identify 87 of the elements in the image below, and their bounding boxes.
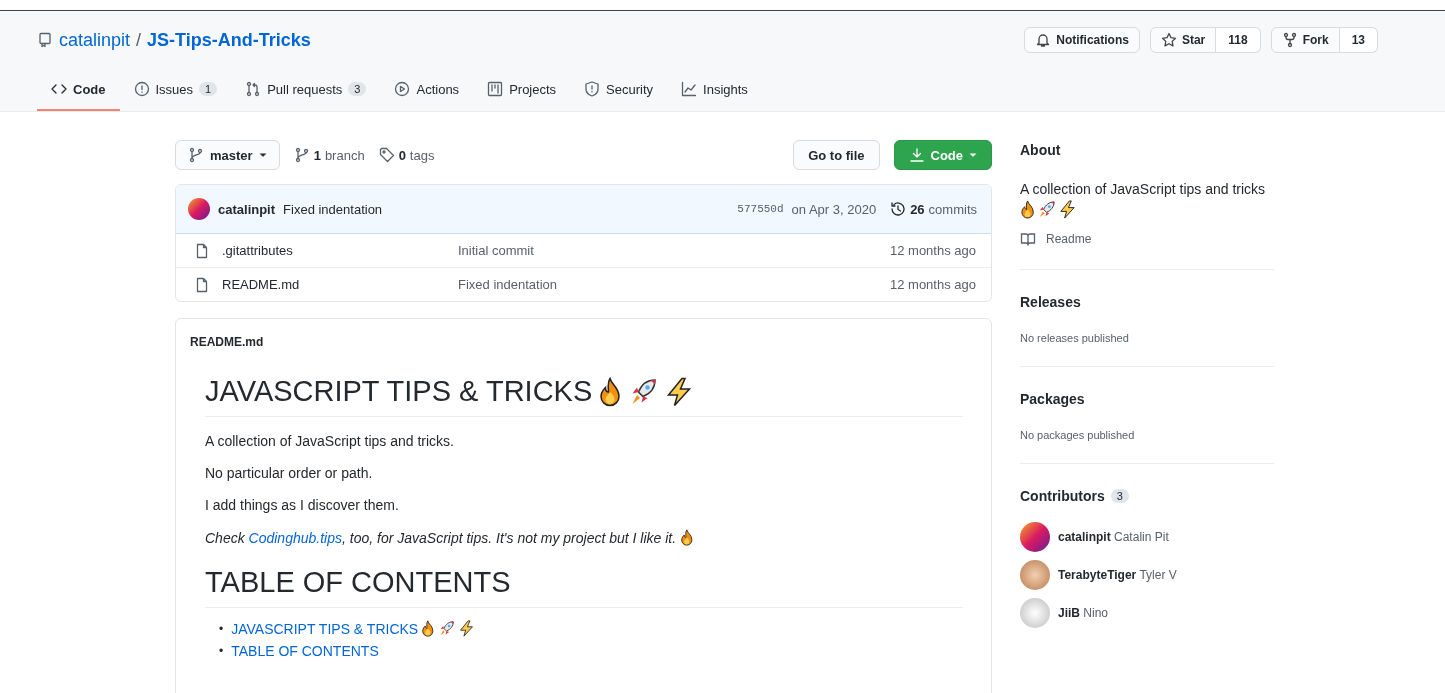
branch-icon	[188, 147, 204, 163]
tags-link[interactable]: 0 tags	[378, 147, 435, 163]
project-board-icon	[487, 81, 504, 97]
section-heading: Packages	[1020, 391, 1085, 408]
avatar-circle	[1020, 522, 1050, 553]
readme-paragraph: No particular order or path.	[205, 465, 374, 481]
file-icon	[194, 242, 210, 259]
shield-icon	[584, 81, 601, 97]
lightning-icon	[457, 620, 475, 637]
repo-tab[interactable]: Insights	[667, 73, 762, 111]
list-bullet: •	[219, 621, 224, 636]
fork-icon	[1281, 32, 1298, 48]
contributor-link[interactable]: JiiB Nino	[1020, 598, 1274, 629]
commit-author-link[interactable]: catalinpit	[218, 201, 276, 217]
commit-hash-link[interactable]: 577550d	[737, 203, 784, 215]
tag-icon	[378, 147, 395, 163]
book-icon	[1020, 231, 1036, 248]
readme-note: Check Codinghub.tips, too, for JavaScript tips. It's not my project but I like it.	[205, 529, 677, 546]
tab-counter: 1	[199, 82, 218, 96]
play-icon	[394, 81, 411, 97]
commit-message-link[interactable]: Fixed indentation	[458, 277, 890, 292]
bell-icon	[1035, 32, 1052, 48]
commit-message-link[interactable]: Initial commit	[458, 243, 890, 258]
repo-tab[interactable]: Actions	[380, 73, 474, 111]
caret-icon	[258, 151, 267, 159]
toc-link[interactable]: JAVASCRIPT TIPS & TRICKS	[231, 620, 419, 637]
readme-heading: JAVASCRIPT TIPS & TRICKS	[205, 375, 593, 408]
section-heading: About	[1020, 142, 1061, 158]
branches-link[interactable]: 1 branch	[293, 147, 365, 163]
path-separator: /	[136, 29, 142, 51]
repo-tab[interactable]: Projects	[473, 73, 571, 111]
repo-owner-link[interactable]: catalinpit	[59, 29, 131, 51]
repo-description: A collection of JavaScript tips and tricks	[1020, 181, 1266, 197]
go-to-file-button[interactable]: Go to file	[793, 140, 880, 170]
avatar-circle[interactable]	[188, 198, 210, 220]
notifications-button[interactable]: Notifications	[1024, 27, 1140, 53]
list-bullet: •	[219, 644, 224, 658]
star-count[interactable]: 118	[1216, 27, 1261, 53]
commit-date: on Apr 3, 2020	[791, 201, 877, 217]
readme-paragraph: I add things as I discover them.	[205, 497, 400, 513]
releases-note: No releases published	[1020, 332, 1130, 345]
avatar-circle	[1020, 598, 1050, 629]
lightning-icon	[1058, 200, 1078, 220]
caret-icon	[969, 151, 977, 159]
download-icon	[908, 147, 925, 163]
packages-note: No packages published	[1020, 429, 1136, 442]
tab-counter: 3	[348, 82, 367, 96]
fork-button[interactable]: Fork	[1270, 27, 1340, 53]
contributor-link[interactable]: catalinpit Catalin Pit	[1020, 522, 1274, 553]
readme-paragraph: A collection of JavaScript tips and tricks.	[205, 433, 455, 449]
flame-icon	[598, 376, 623, 407]
rocket-icon	[1037, 200, 1057, 220]
pull-request-icon	[245, 81, 262, 97]
repo-tab[interactable]: Code	[37, 73, 120, 111]
repo-name-link[interactable]: JS-Tips-And-Tricks	[147, 29, 311, 51]
readme-heading: TABLE OF CONTENTS	[205, 566, 511, 599]
file-age: 12 months ago	[890, 277, 976, 292]
toc-link[interactable]: TABLE OF CONTENTS	[231, 643, 379, 659]
readme-link[interactable]: Readme	[1020, 231, 1274, 248]
issue-icon	[133, 81, 150, 97]
star-button[interactable]: Star	[1149, 27, 1217, 53]
codinghub-link[interactable]: Codinghub.tips	[248, 529, 342, 546]
repository-icon	[37, 32, 53, 48]
flame-icon	[680, 529, 694, 546]
contributors-counter: 3	[1110, 489, 1129, 504]
fork-count[interactable]: 13	[1339, 27, 1378, 53]
repo-tab[interactable]: Pull requests 3	[231, 73, 381, 111]
readme-filename: README.md	[190, 335, 265, 349]
star-icon	[1160, 32, 1177, 48]
repo-tab[interactable]: Security	[570, 73, 668, 111]
branch-icon	[293, 147, 310, 163]
history-icon	[890, 201, 907, 217]
commit-message-link[interactable]: Fixed indentation	[283, 201, 383, 217]
contributor-link[interactable]: TerabyteTiger Tyler V	[1020, 560, 1274, 591]
graph-icon	[681, 81, 698, 97]
avatar-circle	[1020, 560, 1050, 591]
branch-selector[interactable]: master	[175, 140, 280, 170]
flame-icon	[1020, 200, 1036, 220]
file-name-link[interactable]: .gitattributes	[222, 243, 458, 258]
file-name-link[interactable]: README.md	[222, 277, 458, 292]
commits-link[interactable]: 26 commits	[890, 201, 977, 217]
flame-icon	[421, 620, 435, 637]
repo-tab[interactable]: Issues 1	[119, 73, 232, 111]
section-heading: Contributors	[1020, 488, 1105, 505]
file-icon	[194, 276, 210, 293]
file-age: 12 months ago	[890, 243, 976, 258]
section-heading: Releases	[1020, 294, 1081, 311]
